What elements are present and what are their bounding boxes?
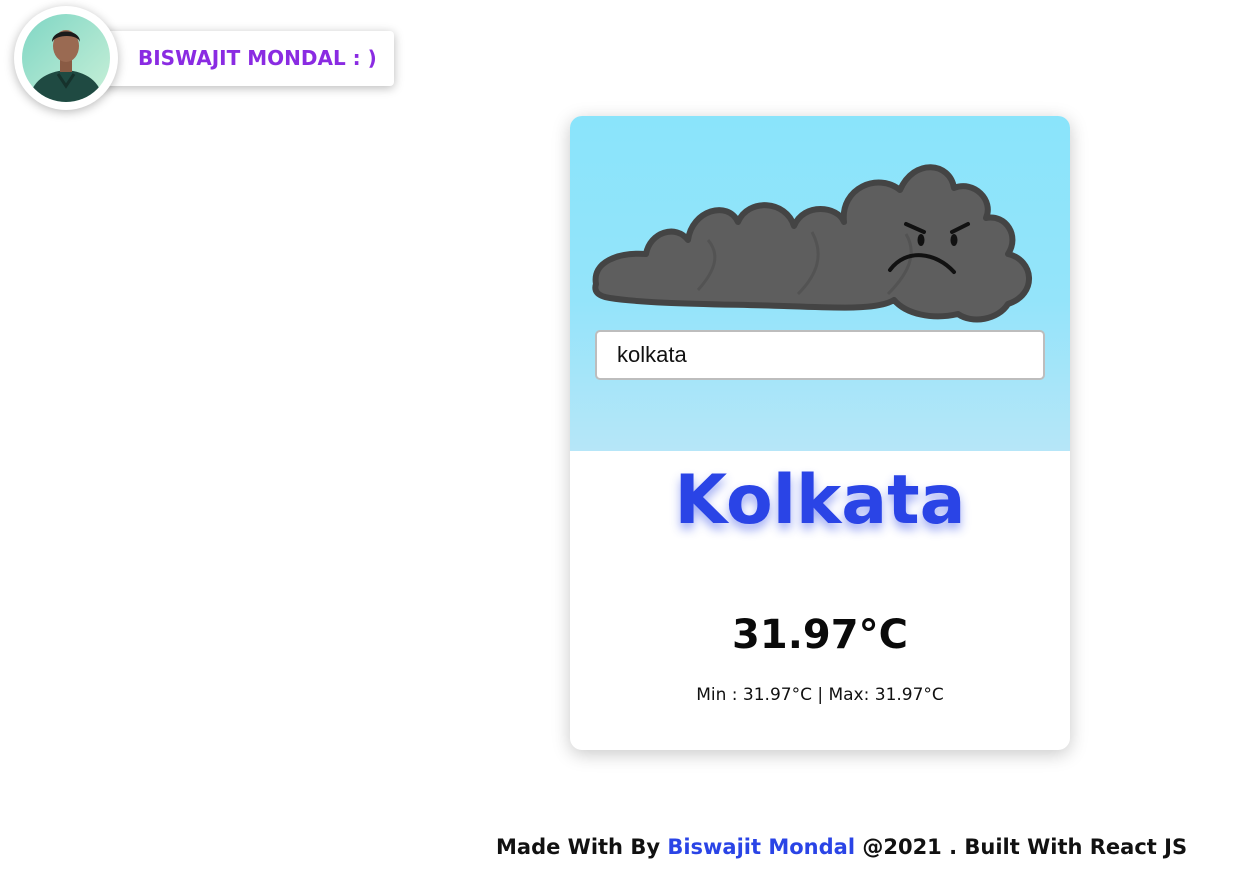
city-search-input[interactable]	[595, 330, 1045, 380]
profile-badge[interactable]: BISWAJIT MONDAL : )	[14, 6, 404, 116]
profile-name: BISWAJIT MONDAL : )	[138, 46, 377, 70]
avatar-photo	[22, 14, 110, 102]
current-temperature: 31.97°C	[732, 612, 908, 658]
weather-card: Kolkata 31.97°C Min : 31.97°C | Max: 31.…	[570, 116, 1070, 750]
min-max-temperature: Min : 31.97°C | Max: 31.97°C	[696, 685, 944, 705]
avatar[interactable]	[14, 6, 118, 110]
profile-name-pill[interactable]: BISWAJIT MONDAL : )	[94, 31, 394, 86]
footer-author-link[interactable]: Biswajit Mondal	[667, 835, 855, 859]
angry-cloud-icon	[592, 164, 1032, 323]
city-name: Kolkata	[674, 461, 966, 540]
footer-prefix: Made With By	[496, 835, 668, 859]
footer-suffix: @2021 . Built With React JS	[855, 835, 1188, 859]
footer-credits: Made With By Biswajit Mondal @2021 . Bui…	[496, 832, 1187, 862]
weather-illustration-panel	[570, 116, 1070, 451]
